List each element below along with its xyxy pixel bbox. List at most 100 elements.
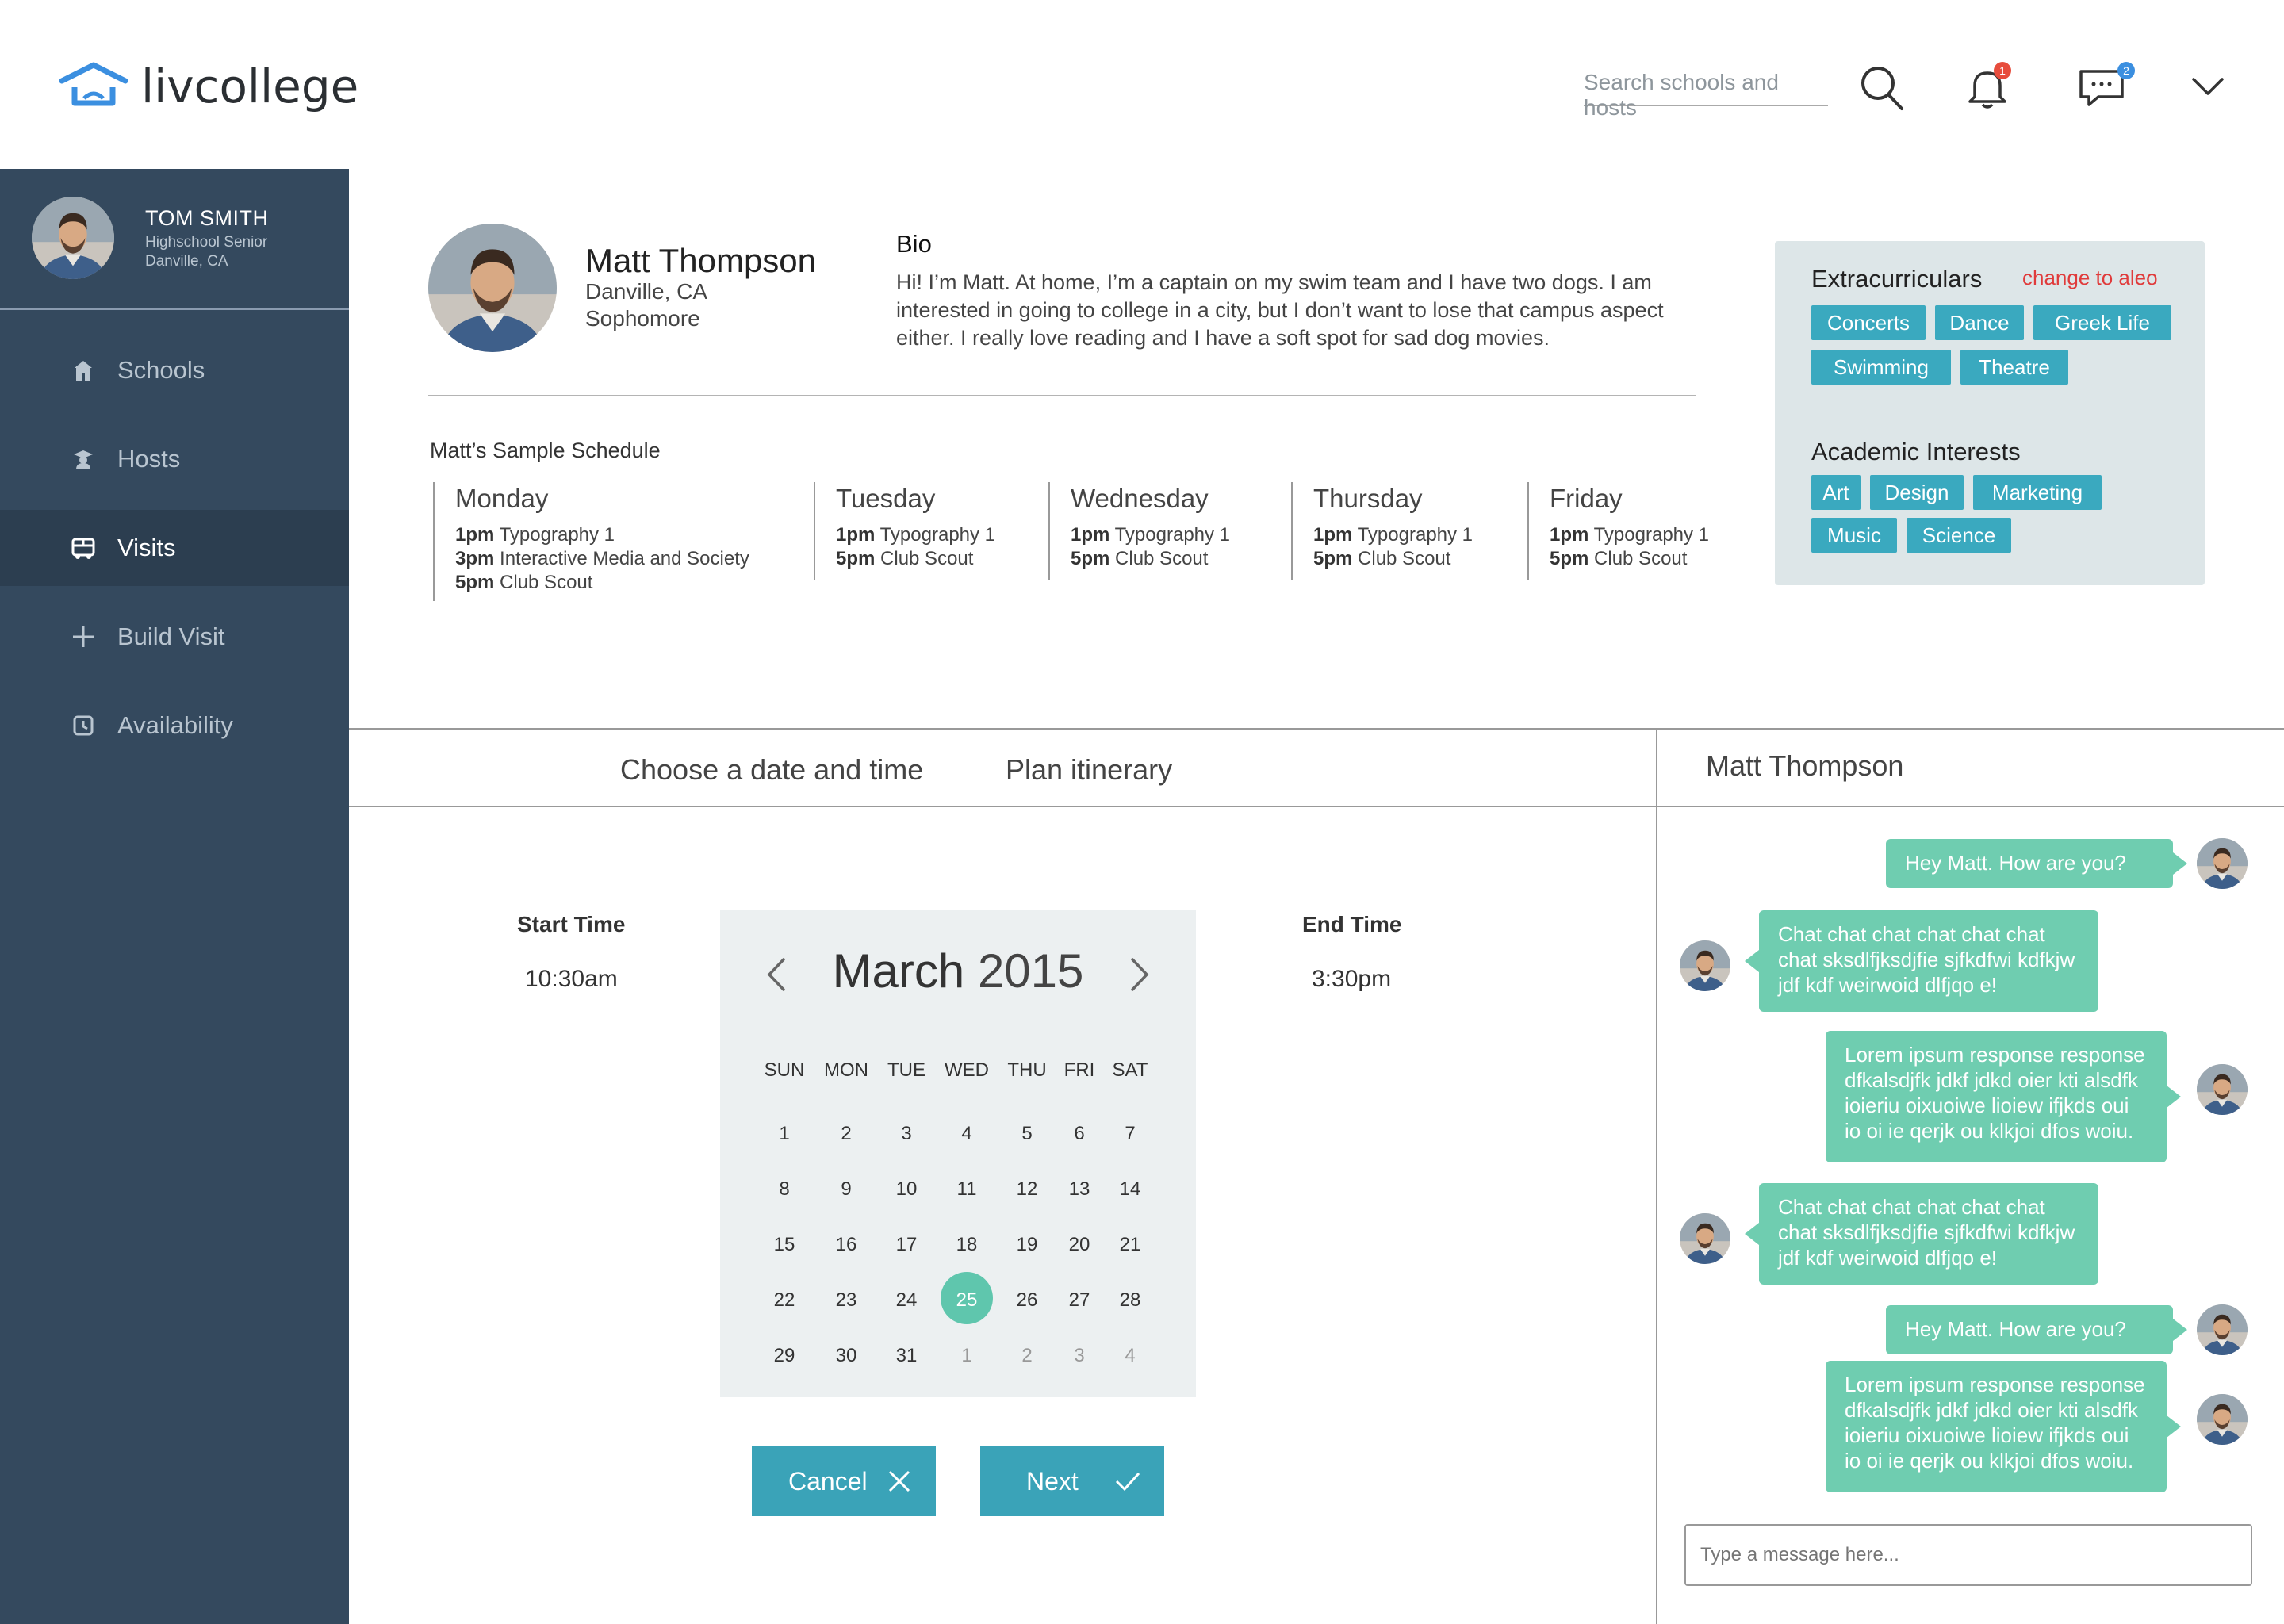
calendar-day[interactable]: 21: [1102, 1234, 1158, 1256]
tag-design: Design: [1870, 475, 1964, 510]
search-input[interactable]: Search schools and hosts: [1584, 70, 1828, 120]
change-font-link[interactable]: change to aleo: [2022, 266, 2158, 290]
user-location: Danville, CA: [145, 253, 228, 270]
user-avatar: [32, 197, 114, 279]
chat-message-sent: Lorem ipsum response response dfkalsdjfk…: [1826, 1031, 2181, 1162]
messages-button[interactable]: 2: [2078, 62, 2135, 111]
host-location: Danville, CA: [585, 279, 708, 304]
schedule-class: 1pm Typography 1: [1071, 524, 1231, 546]
sidebar-item-label: Build Visit: [117, 622, 225, 650]
search-icon[interactable]: [1859, 63, 1905, 113]
logo-text: livcollege: [141, 59, 359, 113]
schedule-day-name: Tuesday: [836, 484, 936, 513]
sidebar: TOM SMITH Highschool Senior Danville, CA…: [0, 169, 349, 1624]
calendar-day[interactable]: 3: [879, 1123, 934, 1145]
calendar-day[interactable]: 26: [999, 1289, 1055, 1312]
sidebar-item-label: Availability: [117, 711, 233, 739]
calendar-day[interactable]: 13: [1052, 1178, 1107, 1201]
schedule-class: 1pm Typography 1: [836, 524, 996, 546]
end-time-value[interactable]: 3:30pm: [1312, 966, 1391, 993]
calendar-day[interactable]: 8: [757, 1178, 812, 1201]
calendar-day[interactable]: 31: [879, 1345, 934, 1367]
calendar-day[interactable]: 30: [818, 1345, 874, 1367]
tab-choose-date[interactable]: Choose a date and time: [620, 753, 923, 787]
schedule-day-name: Wednesday: [1071, 484, 1209, 513]
next-button[interactable]: Next: [980, 1446, 1164, 1516]
user-chat-avatar: [2197, 1064, 2248, 1115]
bio-text: Hi! I’m Matt. At home, I’m a captain on …: [896, 270, 1664, 350]
user-profile[interactable]: TOM SMITH Highschool Senior Danville, CA: [0, 169, 349, 310]
calendar-day-next-month[interactable]: 4: [1102, 1345, 1158, 1367]
notifications-button[interactable]: 1: [1964, 62, 2013, 111]
message-count-badge: 2: [2117, 62, 2135, 79]
calendar-day[interactable]: 9: [818, 1178, 874, 1201]
chat-message-input[interactable]: [1684, 1524, 2252, 1586]
schedule-day: Tuesday 1pm Typography 1 5pm Club Scout: [814, 482, 995, 580]
calendar-day[interactable]: 20: [1052, 1234, 1107, 1256]
chat-divider: [1656, 728, 1657, 1624]
chevron-right-icon[interactable]: [1123, 955, 1155, 994]
calendar-day[interactable]: 15: [757, 1234, 812, 1256]
calendar-day[interactable]: 11: [939, 1178, 994, 1201]
cancel-button[interactable]: Cancel: [752, 1446, 936, 1516]
chat-message-sent: Hey Matt. How are you?: [1886, 1305, 2187, 1354]
sidebar-item-build-visit[interactable]: Build Visit: [0, 599, 349, 675]
sidebar-item-availability[interactable]: Availability: [0, 688, 349, 764]
logo[interactable]: livcollege: [57, 59, 358, 114]
host-year: Sophomore: [585, 306, 700, 331]
calendar-day[interactable]: 6: [1052, 1123, 1107, 1145]
calendar-day[interactable]: 18: [939, 1234, 994, 1256]
calendar-day[interactable]: 29: [757, 1345, 812, 1367]
calendar-day[interactable]: 23: [818, 1289, 874, 1312]
calendar-day[interactable]: 2: [818, 1123, 874, 1145]
tag-dance: Dance: [1935, 305, 2024, 340]
sidebar-item-hosts[interactable]: Hosts: [0, 421, 349, 497]
calendar-day[interactable]: 1: [757, 1123, 812, 1145]
tag-marketing: Marketing: [1973, 475, 2102, 510]
calendar-day[interactable]: 28: [1102, 1289, 1158, 1312]
bio-title: Bio: [896, 230, 932, 258]
calendar-day[interactable]: 27: [1052, 1289, 1107, 1312]
sidebar-item-visits[interactable]: Visits: [0, 510, 349, 586]
calendar-month: March: [832, 944, 965, 998]
plus-icon: [70, 623, 97, 650]
schedule-class: 5pm Club Scout: [1313, 548, 1451, 569]
calendar-weekday: FRI: [1063, 1059, 1095, 1081]
user-chat-avatar: [2197, 1394, 2248, 1445]
schedule-day: Friday 1pm Typography 1 5pm Club Scout: [1527, 482, 1709, 580]
calendar-day-next-month[interactable]: 3: [1052, 1345, 1107, 1367]
tag-music: Music: [1811, 518, 1897, 553]
close-icon: [888, 1470, 910, 1492]
schedule-class: 5pm Club Scout: [1550, 548, 1688, 569]
building-icon: [70, 357, 97, 384]
calendar-day[interactable]: 24: [879, 1289, 934, 1312]
calendar-day[interactable]: 19: [999, 1234, 1055, 1256]
calendar-day[interactable]: 17: [879, 1234, 934, 1256]
calendar-day[interactable]: 10: [879, 1178, 934, 1201]
user-name: TOM SMITH: [145, 206, 269, 230]
calendar-day[interactable]: 14: [1102, 1178, 1158, 1201]
chevron-down-icon[interactable]: [2190, 73, 2225, 98]
calendar-day[interactable]: 12: [999, 1178, 1055, 1201]
calendar-day[interactable]: 22: [757, 1289, 812, 1312]
tab-plan-itinerary[interactable]: Plan itinerary: [1006, 753, 1172, 787]
host-icon: [70, 446, 97, 473]
tag-concerts: Concerts: [1811, 305, 1926, 340]
host-avatar: [428, 224, 557, 352]
sidebar-item-schools[interactable]: Schools: [0, 332, 349, 408]
chat-message-received: Chat chat chat chat chat chat chat sksdl…: [1745, 1183, 2098, 1285]
calendar-day[interactable]: 4: [939, 1123, 994, 1145]
chat-message-sent: Lorem ipsum response response dfkalsdjfk…: [1826, 1361, 2181, 1492]
calendar-day-selected[interactable]: 25: [939, 1289, 994, 1312]
calendar-day[interactable]: 16: [818, 1234, 874, 1256]
sidebar-item-label: Schools: [117, 356, 205, 384]
academic-interests-title: Academic Interests: [1811, 438, 2021, 465]
schedule-class: 1pm Typography 1: [455, 524, 615, 546]
calendar-day-next-month[interactable]: 2: [999, 1345, 1055, 1367]
tag-theatre: Theatre: [1960, 350, 2068, 385]
start-time-value[interactable]: 10:30am: [525, 966, 618, 993]
calendar-day[interactable]: 5: [999, 1123, 1055, 1145]
calendar-day[interactable]: 7: [1102, 1123, 1158, 1145]
tag-science: Science: [1907, 518, 2011, 553]
calendar-day-next-month[interactable]: 1: [939, 1345, 994, 1367]
